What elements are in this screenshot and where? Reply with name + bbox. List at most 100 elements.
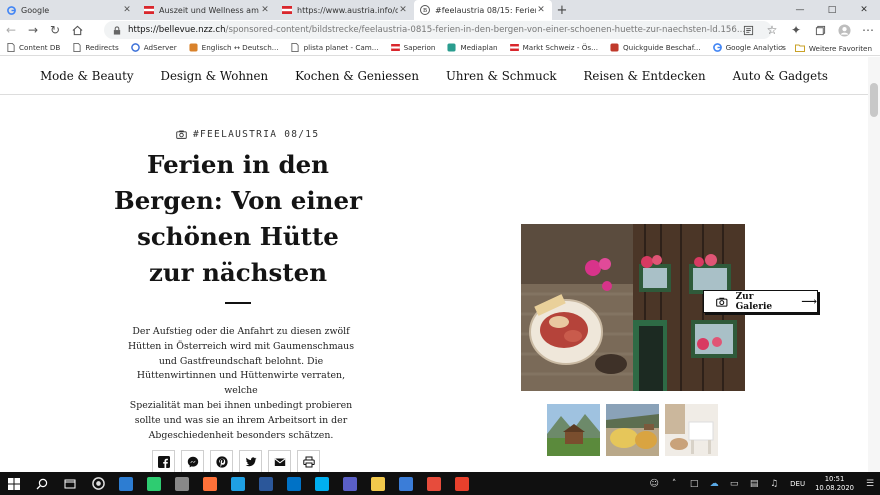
clock[interactable]: 10:51 10.08.2020 (815, 475, 854, 493)
bookmark-item[interactable]: Redirects (72, 43, 119, 52)
pinterest-icon (215, 455, 228, 468)
messenger-icon (187, 456, 198, 467)
bookmark-item[interactable]: Markt Schweiz - Ös... (509, 43, 598, 52)
bookmark-item[interactable]: Google Analytics (712, 43, 786, 52)
share-messenger-button[interactable] (181, 450, 204, 472)
browser-tab[interactable]: Google ✕ (0, 0, 138, 20)
tab-close-icon[interactable]: ✕ (260, 5, 270, 15)
app-tray-icon[interactable]: □ (687, 479, 701, 489)
lead-line: sollte und was sie an ihrem Arbeitsort i… (134, 414, 348, 426)
scrollbar-thumb[interactable] (870, 83, 878, 117)
nav-category-link[interactable]: Auto & Gadgets (733, 69, 828, 83)
twitter-icon (245, 456, 256, 466)
reader-view-icon[interactable] (736, 20, 760, 40)
url-input[interactable]: https://bellevue.nzz.ch/sponsored-conten… (104, 21, 772, 39)
nav-category-link[interactable]: Mode & Beauty (40, 69, 133, 83)
share-print-button[interactable] (297, 450, 320, 472)
title-divider (225, 302, 251, 304)
teams-icon[interactable] (336, 472, 364, 495)
other-bookmarks-folder[interactable]: Weitere Favoriten (794, 40, 872, 56)
page-scrollbar[interactable] (868, 57, 880, 472)
close-window-icon[interactable]: ✕ (848, 0, 880, 20)
notifications-icon[interactable]: ☰ (863, 479, 877, 489)
share-facebook-button[interactable] (152, 450, 175, 472)
battery-icon[interactable]: ▭ (727, 479, 741, 489)
gallery-thumbnail[interactable] (606, 404, 659, 456)
nav-category-link[interactable]: Design & Wohnen (160, 69, 268, 83)
app-s-icon[interactable] (112, 472, 140, 495)
gallery-thumbnails (547, 404, 718, 456)
favorites-list-icon[interactable]: ✦ (784, 20, 808, 40)
bookmark-item[interactable]: AdServer (130, 43, 177, 52)
app-mail-icon[interactable] (392, 472, 420, 495)
gallery-button-label: Zur Galerie (735, 291, 773, 312)
word-icon[interactable] (252, 472, 280, 495)
bookmark-item[interactable]: Englisch ↔ Deutsch... (189, 43, 279, 52)
people-icon[interactable]: ☺ (647, 479, 661, 489)
title-line: Ferien in den (147, 150, 329, 179)
task-view-icon[interactable] (56, 472, 84, 495)
clock-time: 10:51 (824, 474, 845, 483)
file-explorer-icon[interactable] (364, 472, 392, 495)
firefox-icon[interactable] (196, 472, 224, 495)
skype-icon[interactable] (308, 472, 336, 495)
article-lead: Der Aufstieg oder die Anfahrt zu diesen … (124, 325, 358, 443)
bookmark-label: plista planet - Cam... (303, 43, 379, 52)
reload-icon[interactable]: ↻ (44, 20, 66, 40)
arrow-right-icon: ⟶ (801, 295, 817, 308)
back-icon[interactable]: ← (0, 20, 22, 40)
onedrive-icon[interactable]: ☁ (707, 479, 721, 489)
tab-close-icon[interactable]: ✕ (536, 5, 546, 15)
share-pinterest-button[interactable] (210, 450, 233, 472)
app-shield-icon[interactable] (140, 472, 168, 495)
input-language[interactable]: DEU (790, 480, 805, 488)
tab-close-icon[interactable]: ✕ (122, 5, 132, 15)
new-tab-button[interactable]: + (552, 0, 572, 20)
forward-icon[interactable]: → (22, 20, 44, 40)
google-icon (6, 5, 16, 15)
bookmark-item[interactable]: Content DB (6, 43, 60, 52)
title-line: schönen Hütte (137, 222, 339, 251)
bookmark-item[interactable]: Mediaplan (447, 43, 498, 52)
network-icon[interactable]: ▤ (747, 479, 761, 489)
app-grid-icon[interactable] (168, 472, 196, 495)
outlook-icon[interactable] (280, 472, 308, 495)
app-red-s-icon[interactable] (448, 472, 476, 495)
folder-icon (794, 44, 805, 52)
bookmark-item[interactable]: Quickguide Beschaf... (610, 43, 701, 52)
gallery-button[interactable]: Zur Galerie ⟶ (703, 290, 818, 313)
nav-category-link[interactable]: Reisen & Entdecken (584, 69, 706, 83)
bookmark-label: Markt Schweiz - Ös... (522, 43, 598, 52)
app-circle-icon[interactable] (84, 472, 112, 495)
tab-title: #feelaustria 08/15: Ferien in den Bergen (435, 5, 536, 15)
browser-tab[interactable]: https://www.austria.info/de/sponsored✕ (276, 0, 414, 20)
url-path: /sponsored-content/bildstrecke/feelaustr… (225, 25, 746, 35)
home-icon[interactable] (66, 20, 88, 40)
gallery-thumbnail[interactable] (547, 404, 600, 456)
minimize-icon[interactable]: — (784, 0, 816, 20)
favorite-star-icon[interactable]: ☆ (760, 20, 784, 40)
share-twitter-button[interactable] (239, 450, 262, 472)
gallery-thumbnail[interactable] (665, 404, 718, 456)
profile-avatar[interactable] (832, 20, 856, 40)
windows-start-icon[interactable] (0, 472, 28, 495)
browser-tab[interactable]: B #feelaustria 08/15: Ferien in den Berge… (414, 0, 552, 20)
search-icon[interactable] (28, 472, 56, 495)
more-menu-icon[interactable]: ⋯ (856, 20, 880, 40)
browser-tab[interactable]: Auszeit und Wellness am Achensee✕ (138, 0, 276, 20)
app-k-icon[interactable] (420, 472, 448, 495)
nav-category-link[interactable]: Kochen & Geniessen (295, 69, 419, 83)
bookmarks-overflow-icon[interactable]: › (780, 40, 784, 56)
nav-category-link[interactable]: Uhren & Schmuck (446, 69, 557, 83)
lock-icon (113, 25, 121, 35)
collections-icon[interactable] (808, 20, 832, 40)
maximize-icon[interactable]: □ (816, 0, 848, 20)
edge-icon[interactable] (224, 472, 252, 495)
address-toolbar: ← → ↻ https://bellevue.nzz.ch/sponsored-… (0, 20, 880, 40)
tray-chevron-icon[interactable]: ˄ (667, 479, 681, 489)
bookmark-item[interactable]: plista planet - Cam... (291, 43, 379, 52)
bookmark-item[interactable]: Saperion (390, 43, 435, 52)
tab-close-icon[interactable]: ✕ (398, 5, 408, 15)
share-mail-button[interactable] (268, 450, 291, 472)
volume-icon[interactable]: ♫ (767, 479, 781, 489)
